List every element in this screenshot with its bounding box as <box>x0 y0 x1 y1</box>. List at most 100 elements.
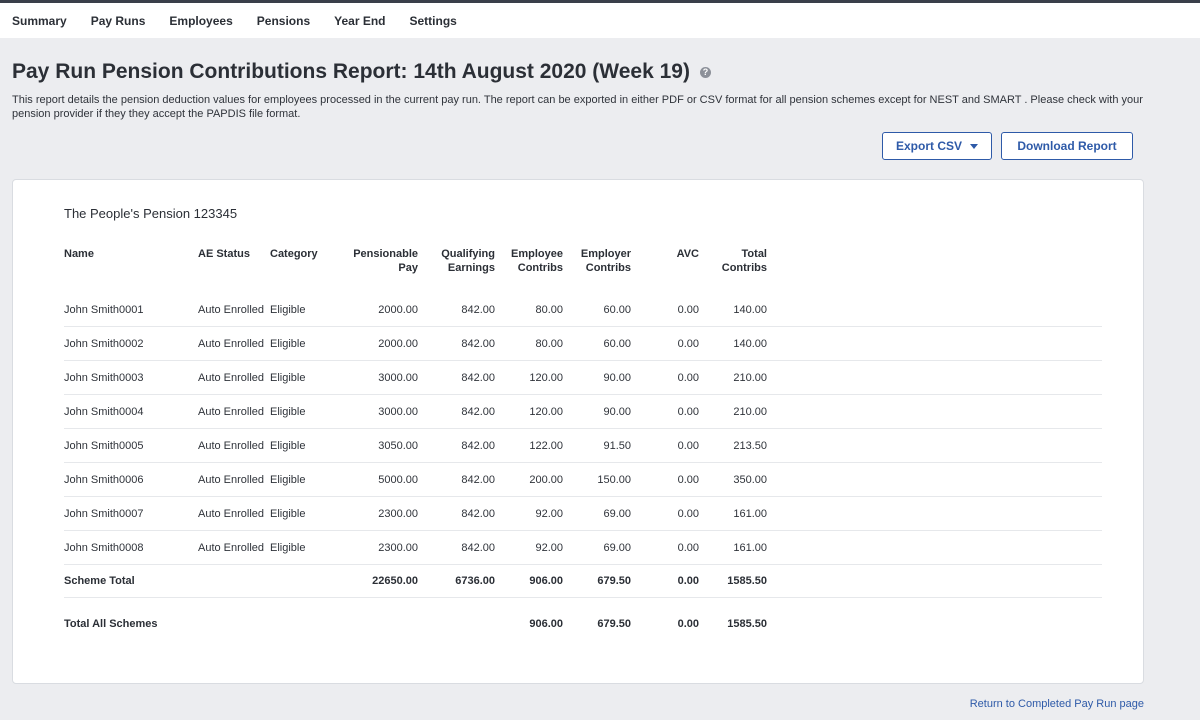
table-row: John Smith0004 Auto Enrolled Eligible 3000.… <box>64 395 1102 429</box>
category-cell: Eligible <box>270 304 306 316</box>
table-row: John Smith0002 Auto Enrolled Eligible 2000.… <box>64 327 1102 361</box>
header-employer-contribs-l2: Contribs <box>585 262 631 274</box>
total-contribs-cell: 140.00 <box>733 338 767 350</box>
pensionable-pay-cell: 2000.00 <box>378 338 418 350</box>
category-cell: Eligible <box>270 440 306 452</box>
employer-contribs-cell: 91.50 <box>603 440 631 452</box>
nav-summary[interactable]: Summary <box>0 14 79 28</box>
nav-employees[interactable]: Employees <box>157 14 244 28</box>
total-contribs-cell: 161.00 <box>733 542 767 554</box>
download-report-button[interactable]: Download Report <box>1001 132 1133 160</box>
total-contribs-cell: 161.00 <box>733 508 767 520</box>
employer-contribs-cell: 90.00 <box>603 406 631 418</box>
all-total-label: Total All Schemes <box>64 618 158 630</box>
all-total-total-contribs: 1585.50 <box>727 618 767 630</box>
scheme-total-row: Scheme Total 22650.00 6736.00 906.00 679… <box>64 564 1102 598</box>
header-total-contribs-l1: Total <box>741 248 767 260</box>
employee-name-cell: John Smith0006 <box>64 474 144 486</box>
employee-name-cell: John Smith0001 <box>64 304 144 316</box>
page-title-text: Pay Run Pension Contributions Report: 14… <box>12 60 690 83</box>
pensionable-pay-cell: 2300.00 <box>378 542 418 554</box>
caret-down-icon <box>970 143 978 149</box>
table-row: John Smith0008 Auto Enrolled Eligible 2300.… <box>64 531 1102 565</box>
employee-contribs-cell: 120.00 <box>529 372 563 384</box>
report-card: The People's Pension 123345 Name AE Stat… <box>12 179 1144 684</box>
avc-cell: 0.00 <box>677 304 699 316</box>
qualifying-earnings-cell: 842.00 <box>461 508 495 520</box>
qualifying-earnings-cell: 842.00 <box>461 474 495 486</box>
header-qualifying-earnings: Qualifying Earnings <box>424 247 495 275</box>
total-contribs-cell: 213.50 <box>733 440 767 452</box>
category-cell: Eligible <box>270 406 306 418</box>
total-contribs-cell: 210.00 <box>733 406 767 418</box>
total-contribs-cell: 210.00 <box>733 372 767 384</box>
employee-name-cell: John Smith0002 <box>64 338 144 350</box>
employee-contribs-cell: 120.00 <box>529 406 563 418</box>
avc-cell: 0.00 <box>677 440 699 452</box>
employee-name-cell: John Smith0003 <box>64 372 144 384</box>
header-employee-contribs: Employee Contribs <box>499 247 563 275</box>
scheme-name: The People's Pension 123345 <box>64 206 238 221</box>
nav-year-end[interactable]: Year End <box>322 14 397 28</box>
return-to-pay-run-link[interactable]: Return to Completed Pay Run page <box>970 698 1144 710</box>
ae-status-cell: Auto Enrolled <box>198 406 265 418</box>
nav-pensions[interactable]: Pensions <box>245 14 322 28</box>
header-employer-contribs-l1: Employer <box>580 248 631 260</box>
category-cell: Eligible <box>270 372 306 384</box>
employer-contribs-cell: 60.00 <box>603 304 631 316</box>
total-contribs-cell: 140.00 <box>733 304 767 316</box>
qualifying-earnings-cell: 842.00 <box>461 542 495 554</box>
header-employer-contribs: Employer Contribs <box>567 247 631 275</box>
qualifying-earnings-cell: 842.00 <box>461 372 495 384</box>
table-row: John Smith0001 Auto Enrolled Eligible 2000.… <box>64 293 1102 327</box>
help-icon[interactable]: ? <box>699 66 711 78</box>
header-ae-status: AE Status <box>198 248 250 260</box>
employee-contribs-cell: 92.00 <box>535 508 563 520</box>
pensionable-pay-cell: 2000.00 <box>378 304 418 316</box>
ae-status-cell: Auto Enrolled <box>198 508 265 520</box>
ae-status-cell: Auto Enrolled <box>198 440 265 452</box>
avc-cell: 0.00 <box>677 406 699 418</box>
scheme-total-pensionable-pay: 22650.00 <box>372 575 418 587</box>
table-row: John Smith0006 Auto Enrolled Eligible 5000.… <box>64 463 1102 497</box>
employer-contribs-cell: 69.00 <box>603 542 631 554</box>
employee-contribs-cell: 200.00 <box>529 474 563 486</box>
scheme-total-label: Scheme Total <box>64 575 135 587</box>
all-total-employer-contribs: 679.50 <box>597 618 631 630</box>
all-total-avc: 0.00 <box>677 618 699 630</box>
qualifying-earnings-cell: 842.00 <box>461 406 495 418</box>
export-csv-button[interactable]: Export CSV <box>882 132 992 160</box>
nav-pay-runs[interactable]: Pay Runs <box>79 14 158 28</box>
scheme-total-total-contribs: 1585.50 <box>727 575 767 587</box>
nav-settings[interactable]: Settings <box>397 14 468 28</box>
ae-status-cell: Auto Enrolled <box>198 542 265 554</box>
table-row: John Smith0007 Auto Enrolled Eligible 2300.… <box>64 497 1102 531</box>
header-avc: AVC <box>676 248 699 260</box>
scheme-total-employer-contribs: 679.50 <box>597 575 631 587</box>
category-cell: Eligible <box>270 508 306 520</box>
scheme-total-employee-contribs: 906.00 <box>529 575 563 587</box>
header-qualifying-earnings-l2: Earnings <box>447 262 495 274</box>
export-csv-label: Export CSV <box>895 139 962 153</box>
qualifying-earnings-cell: 842.00 <box>461 440 495 452</box>
pensionable-pay-cell: 3000.00 <box>378 372 418 384</box>
pensionable-pay-cell: 3050.00 <box>378 440 418 452</box>
table-row: John Smith0005 Auto Enrolled Eligible 3050.… <box>64 429 1102 463</box>
pensionable-pay-cell: 5000.00 <box>378 474 418 486</box>
total-contribs-cell: 350.00 <box>733 474 767 486</box>
qualifying-earnings-cell: 842.00 <box>461 304 495 316</box>
all-total-employee-contribs: 906.00 <box>529 618 563 630</box>
avc-cell: 0.00 <box>677 338 699 350</box>
all-schemes-total-row: Total All Schemes 906.00 679.50 0.00 158… <box>64 607 1102 641</box>
employer-contribs-cell: 69.00 <box>603 508 631 520</box>
header-total-contribs: Total Contribs <box>704 247 767 275</box>
avc-cell: 0.00 <box>677 474 699 486</box>
ae-status-cell: Auto Enrolled <box>198 338 265 350</box>
pensionable-pay-cell: 3000.00 <box>378 406 418 418</box>
employer-contribs-cell: 90.00 <box>603 372 631 384</box>
header-employee-contribs-l2: Contribs <box>517 262 563 274</box>
employee-contribs-cell: 80.00 <box>535 338 563 350</box>
employee-contribs-cell: 122.00 <box>529 440 563 452</box>
pensionable-pay-cell: 2300.00 <box>378 508 418 520</box>
employee-name-cell: John Smith0005 <box>64 440 144 452</box>
